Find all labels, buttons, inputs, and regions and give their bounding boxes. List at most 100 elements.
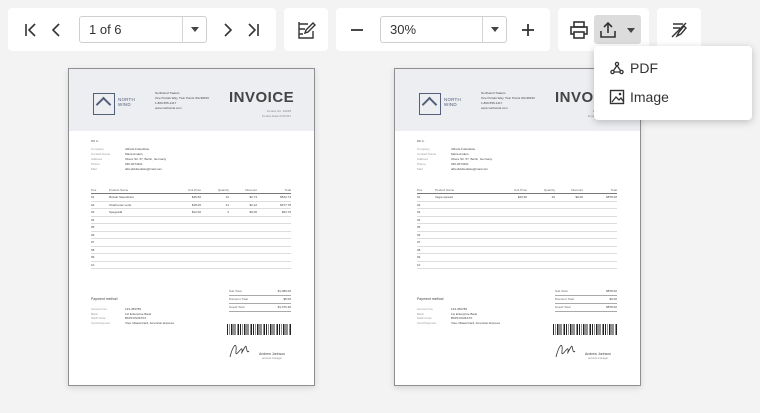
- signature-role: account manager: [588, 357, 609, 360]
- export-icon: [600, 21, 616, 38]
- editing-fields-button[interactable]: [293, 17, 319, 43]
- table-cell: [497, 209, 527, 216]
- table-cell: [583, 224, 617, 231]
- highlight-off-icon: [671, 22, 687, 38]
- northwind-logo-icon: [93, 93, 115, 115]
- barcode: [227, 324, 291, 335]
- zoom-out-button[interactable]: [344, 17, 370, 43]
- print-button[interactable]: [566, 17, 592, 43]
- table-cell: [555, 254, 583, 261]
- bill-to-label: Bill to: [91, 139, 99, 143]
- document-page[interactable]: NORTH WIND Northwind Traders One Portals W…: [68, 68, 315, 386]
- table-cell: [497, 232, 527, 239]
- zoom-selector[interactable]: 30%: [380, 16, 507, 43]
- table-cell: $23.70: [281, 210, 291, 214]
- next-page-button[interactable]: [214, 17, 240, 43]
- table-cell: [435, 209, 497, 216]
- table-cell: [229, 247, 257, 254]
- table-cell: [583, 217, 617, 224]
- table-cell: [229, 262, 257, 269]
- table-cell: [497, 262, 527, 269]
- export-pdf-menu-item[interactable]: PDF: [594, 54, 752, 82]
- table-cell: [497, 247, 527, 254]
- table-cell: [201, 232, 229, 239]
- table-cell: [109, 217, 171, 224]
- table-cell: 09: [91, 255, 95, 259]
- chevron-down-icon[interactable]: [182, 17, 206, 42]
- table-cell: [527, 247, 555, 254]
- table-cell: [527, 224, 555, 231]
- export-button[interactable]: [594, 15, 641, 44]
- table-row: 09: [91, 254, 291, 262]
- table-cell: [555, 202, 583, 209]
- table-cell: [527, 254, 555, 261]
- table-cell: [257, 224, 291, 231]
- column-header: Product Name: [109, 188, 129, 192]
- chevron-down-icon[interactable]: [482, 17, 506, 42]
- page-selector[interactable]: 1 of 6: [79, 16, 207, 43]
- table-cell: [583, 209, 617, 216]
- invoice-totals: Sub Total $1,086.00 Discount Total $5.00 G…: [229, 288, 291, 312]
- table-cell: [583, 239, 617, 246]
- editing-group: [284, 8, 328, 51]
- payment-method-label: Payment method: [417, 297, 444, 301]
- table-cell: [435, 217, 497, 224]
- highlight-editing-fields-button[interactable]: [666, 17, 692, 43]
- table-cell: [201, 224, 229, 231]
- table-cell: [171, 262, 201, 269]
- table-cell: [201, 247, 229, 254]
- table-cell: [555, 247, 583, 254]
- table-row: 03: [417, 209, 617, 217]
- table-cell: [555, 209, 583, 216]
- last-page-icon: [248, 23, 259, 37]
- table-cell: 2: [227, 210, 229, 214]
- table-cell: [583, 232, 617, 239]
- table-row: 05: [91, 224, 291, 232]
- table-cell: 03: [417, 210, 421, 214]
- table-cell: [435, 247, 497, 254]
- table-row: 04: [417, 217, 617, 224]
- table-row: 07: [417, 239, 617, 247]
- table-cell: $2.73: [249, 195, 257, 199]
- column-header: Pos.: [91, 188, 98, 192]
- last-page-button[interactable]: [240, 17, 266, 43]
- table-cell: 20: [551, 195, 555, 199]
- invoice-items-table: Pos. Product Name Unit Price Quantity Discou…: [91, 188, 291, 269]
- column-header: Unit Price: [513, 188, 527, 192]
- table-cell: [171, 239, 201, 246]
- table-cell: [583, 254, 617, 261]
- table-cell: 10: [417, 262, 421, 267]
- signature-name: Andrew Jonhson: [585, 352, 612, 356]
- column-header: Product Name: [435, 188, 455, 192]
- table-cell: 05: [91, 225, 95, 229]
- table-cell: [229, 232, 257, 239]
- zoom-in-button[interactable]: [515, 17, 541, 43]
- table-cell: [171, 232, 201, 239]
- table-cell: [497, 224, 527, 231]
- zoom-group: 30%: [336, 8, 550, 51]
- payment-details: Account No. 123-456789 Bank 1st Enterprise…: [91, 307, 174, 325]
- invoice-items-table: Pos. Product Name Unit Price Quantity Discou…: [417, 188, 617, 269]
- table-row: 10: [91, 262, 291, 269]
- table-cell: [497, 202, 527, 209]
- table-cell: [435, 262, 497, 269]
- export-pdf-label: PDF: [630, 60, 658, 76]
- previous-page-button[interactable]: [44, 17, 70, 43]
- bill-to-details: Company Alfreds Futterkiste Contact Name M…: [91, 147, 167, 171]
- export-image-menu-item[interactable]: Image: [594, 83, 752, 111]
- table-row: 06: [417, 232, 617, 239]
- table-cell: [109, 224, 171, 231]
- table-cell: [171, 224, 201, 231]
- bill-to-details: Company Alfreds Futterkiste Contact Name M…: [417, 147, 493, 171]
- table-cell: $0.00: [249, 210, 257, 214]
- table-cell: [229, 224, 257, 231]
- table-cell: Rössle Sauerkraut: [109, 195, 134, 199]
- first-page-button[interactable]: [18, 17, 44, 43]
- table-cell: [583, 202, 617, 209]
- table-cell: [555, 217, 583, 224]
- table-cell: [109, 232, 171, 239]
- column-header: Pos.: [417, 188, 424, 192]
- table-cell: 07: [91, 240, 95, 244]
- table-row: 04: [91, 217, 291, 224]
- table-cell: $12.00: [191, 210, 201, 214]
